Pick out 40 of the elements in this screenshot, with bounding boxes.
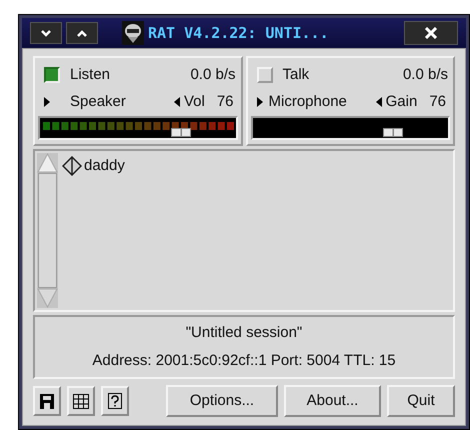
slider-thumb[interactable] (383, 128, 404, 137)
help-icon (108, 393, 122, 409)
participant-name[interactable]: daddy (84, 155, 125, 178)
maximize-button[interactable] (66, 22, 98, 44)
minimize-button[interactable] (30, 22, 62, 44)
session-details: Address: 2001:5c0:92cf::1 Port: 5004 TTL: 15 (92, 351, 396, 371)
checkbox-label: Listen (70, 64, 110, 85)
quit-button[interactable]: Quit (387, 385, 455, 417)
close-icon (425, 27, 437, 39)
collapse-triangle-icon[interactable] (174, 97, 180, 107)
bitrate: 0.0 b/s (402, 64, 448, 85)
options-button[interactable]: Options... (166, 385, 278, 417)
device-label: Microphone (268, 92, 347, 112)
scrollbar[interactable] (37, 153, 58, 308)
bitrate: 0.0 b/s (190, 64, 236, 85)
diamond-icon (62, 156, 82, 176)
about-button[interactable]: About... (284, 385, 381, 417)
slider-thumb[interactable] (170, 128, 191, 137)
window-title: RAT V4.2.22: UNTI... (148, 22, 329, 44)
grid-icon (73, 394, 89, 408)
expand-triangle-icon[interactable] (44, 97, 50, 107)
checkbox-label: Talk (282, 64, 310, 85)
chevron-down-icon (41, 30, 51, 36)
control-label: Gain (386, 92, 418, 112)
control-value: 76 (216, 92, 234, 112)
collapse-triangle-icon[interactable] (376, 97, 382, 107)
save-button[interactable] (33, 386, 61, 416)
grid-button[interactable] (67, 386, 95, 416)
checkbox[interactable] (44, 67, 60, 83)
level-slider[interactable] (250, 116, 450, 140)
control-value: 76 (429, 92, 446, 112)
chevron-up-icon (77, 30, 87, 36)
helmet-icon (122, 21, 144, 45)
device-label: Speaker (70, 92, 126, 112)
session-title: "Untitled session" (186, 322, 302, 342)
help-button[interactable] (101, 386, 129, 416)
expand-triangle-icon[interactable] (256, 97, 262, 107)
close-button[interactable] (404, 21, 458, 45)
control-label: Vol (184, 92, 205, 112)
level-slider[interactable] (38, 116, 238, 140)
